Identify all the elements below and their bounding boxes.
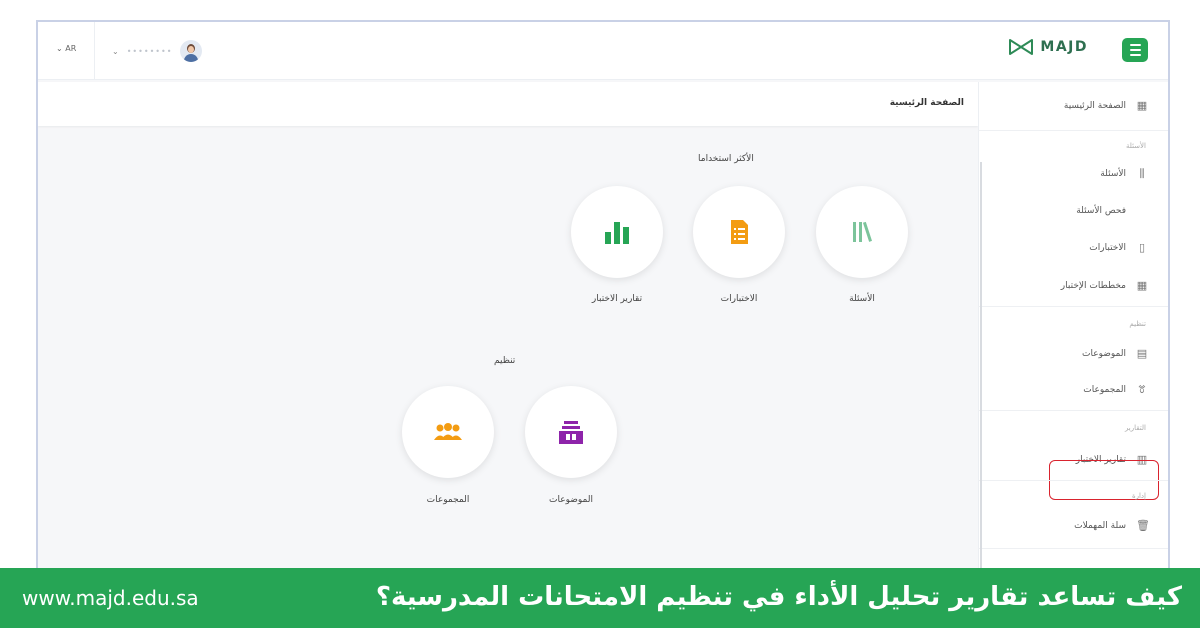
top-bar: ⌄ AR ⌄ •••••••• MAJD <box>38 22 1168 80</box>
books-icon: ⫼ <box>1139 167 1145 180</box>
sidebar-item-question-review[interactable]: فحص الأسئلة <box>1076 206 1126 216</box>
divider <box>978 306 1168 307</box>
dashboard-icon: ▦ <box>1136 99 1148 112</box>
shortcut-label: المجموعات <box>426 495 470 505</box>
sidebar-item-label: الموضوعات <box>1082 349 1126 359</box>
archive-icon: ▤ <box>1136 347 1148 360</box>
sidebar-item-questions[interactable]: الأسئلة ⫼ <box>1100 168 1148 180</box>
divider <box>978 548 1168 549</box>
logo-text: MAJD <box>1040 39 1088 55</box>
chevron-down-icon: ⌄ <box>56 44 66 53</box>
avatar[interactable] <box>180 40 203 62</box>
sidebar-section-organize: تنظيم <box>1129 320 1146 328</box>
shortcut-groups[interactable] <box>402 386 494 478</box>
sidebar-item-home[interactable]: الصفحة الرئيسية ▦ <box>1064 100 1148 112</box>
shortcut-exam-reports[interactable] <box>571 186 663 278</box>
sidebar-item-exam-plans[interactable]: مخططات الإختبار ▦ <box>1061 280 1148 292</box>
shortcut-questions[interactable] <box>816 186 908 278</box>
bar-chart-icon <box>605 222 629 244</box>
archive-icon <box>559 421 583 444</box>
sidebar-section-reports: التقارير <box>1124 424 1146 432</box>
sidebar-item-exams[interactable]: الاختبارات ▯ <box>1089 242 1148 254</box>
user-name: •••••••• <box>126 46 173 56</box>
user-menu[interactable]: ⌄ •••••••• <box>112 38 203 64</box>
divider <box>978 480 1168 481</box>
scrollbar[interactable] <box>980 162 982 578</box>
section-title-organize: تنظيم <box>494 356 516 366</box>
footer-banner: www.majd.edu.sa كيف تساعد تقارير تحليل ا… <box>0 568 1200 628</box>
breadcrumb: الصفحة الرئيسية <box>889 98 964 108</box>
shortcut-label: الأسئلة <box>849 294 875 304</box>
divider <box>978 130 1168 131</box>
shortcut-topics[interactable] <box>525 386 617 478</box>
document-icon <box>731 220 748 244</box>
table-icon: ▦ <box>1136 279 1148 292</box>
chevron-down-icon: ⌄ <box>112 46 119 56</box>
sidebar-item-label: الأسئلة <box>1100 169 1126 179</box>
shortcut-exams[interactable] <box>693 186 785 278</box>
sidebar-section-questions: الأسئلة <box>1126 142 1146 150</box>
sidebar: الصفحة الرئيسية ▦ الأسئلة الأسئلة ⫼ فحص … <box>978 82 1168 578</box>
users-icon: ꔢ <box>1137 383 1147 396</box>
sidebar-item-label: فحص الأسئلة <box>1076 206 1126 216</box>
divider <box>978 410 1168 411</box>
sidebar-item-label: الاختبارات <box>1089 243 1126 253</box>
document-icon: ▯ <box>1138 241 1146 254</box>
sidebar-item-groups[interactable]: المجموعات ꔢ <box>1083 384 1148 396</box>
sidebar-item-label: مخططات الإختبار <box>1060 281 1126 291</box>
users-icon <box>434 423 462 440</box>
headline: كيف تساعد تقارير تحليل الأداء في تنظيم ا… <box>375 582 1182 612</box>
sidebar-item-label: المجموعات <box>1083 385 1126 395</box>
divider <box>94 22 95 80</box>
sidebar-item-label: سلة المهملات <box>1074 521 1126 531</box>
sidebar-item-recycle-bin[interactable]: سلة المهملات 🗑 <box>1074 519 1150 532</box>
logo-icon <box>1009 39 1034 55</box>
website-url[interactable]: www.majd.edu.sa <box>22 586 199 610</box>
language-selector[interactable]: ⌄ AR <box>56 44 76 53</box>
hamburger-menu-button[interactable] <box>1122 38 1148 62</box>
app-window: ⌄ AR ⌄ •••••••• MAJD الصفحة الرئيسية الص… <box>36 20 1170 580</box>
section-title-most-used: الأكثر استخداما <box>698 154 754 164</box>
sidebar-item-topics[interactable]: الموضوعات ▤ <box>1082 348 1148 360</box>
trash-icon: 🗑 <box>1136 519 1150 532</box>
logo[interactable]: MAJD <box>1008 38 1088 56</box>
books-icon <box>853 221 872 242</box>
sidebar-section-admin: إدارة <box>1131 492 1146 500</box>
shortcut-label: الموضوعات <box>549 495 593 505</box>
shortcut-label: الاختبارات <box>720 294 758 304</box>
shortcut-label: تقارير الاختبار <box>591 294 643 304</box>
sidebar-item-label: الصفحة الرئيسية <box>1063 101 1126 111</box>
breadcrumb-bar: الصفحة الرئيسية <box>38 82 978 126</box>
